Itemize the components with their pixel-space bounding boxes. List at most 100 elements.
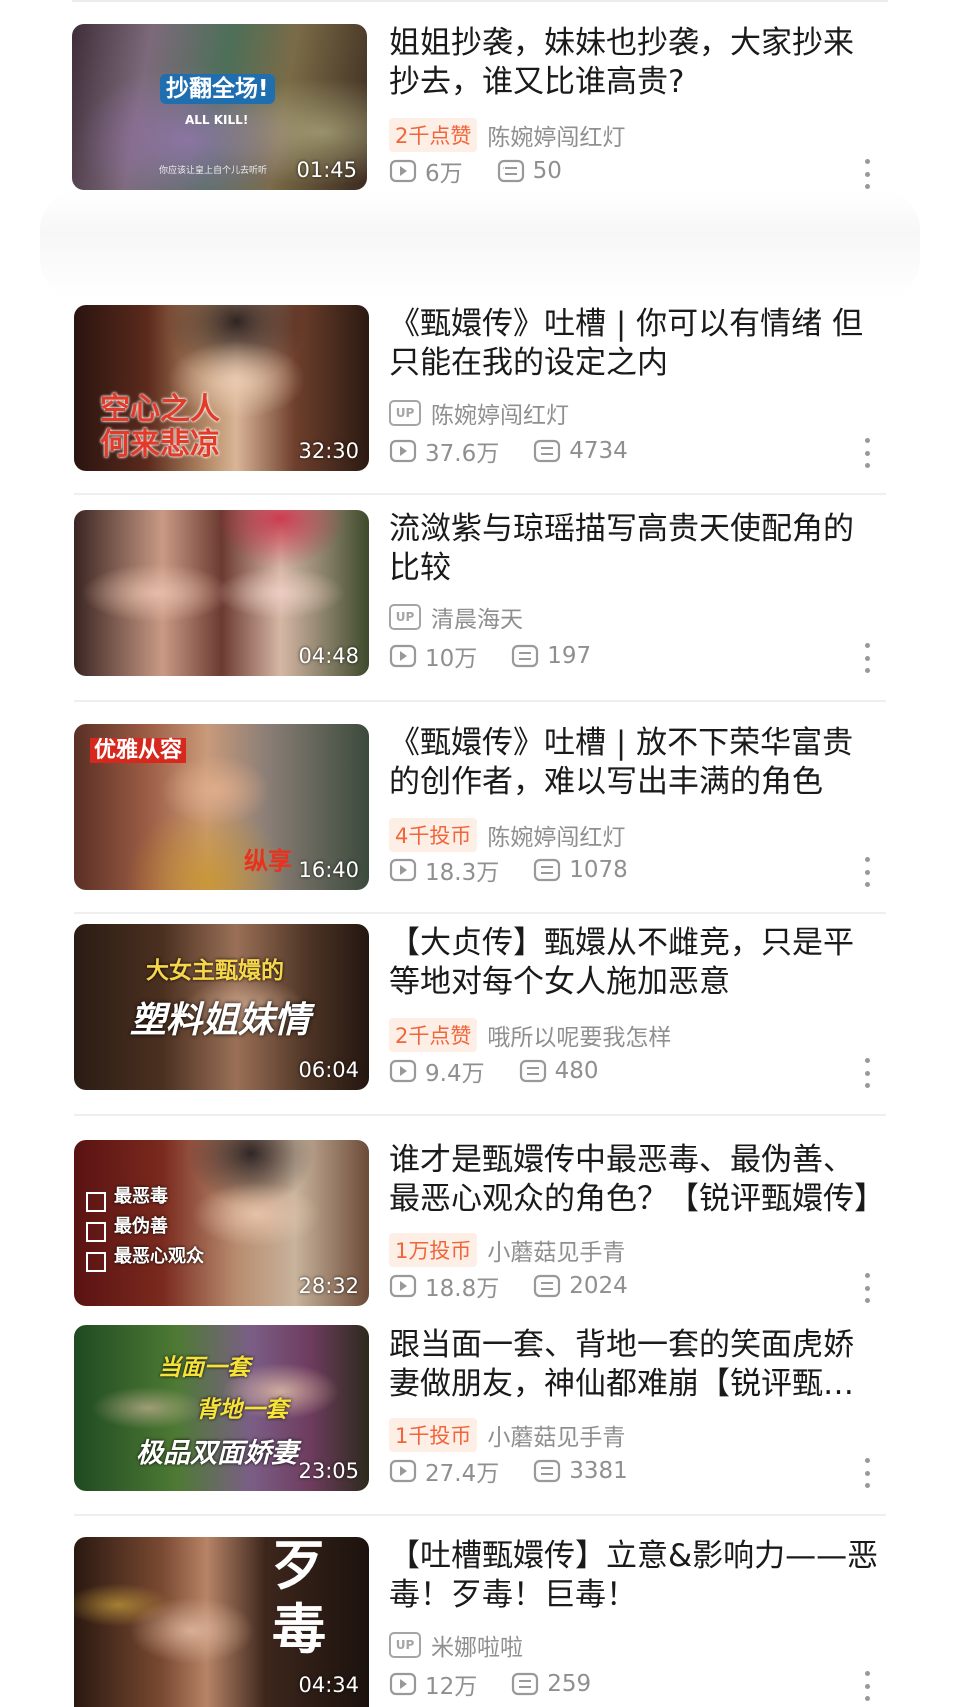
view-count: 10万 [425,646,478,672]
thumbnail-caption: 优雅从容 [90,738,187,764]
video-stats: 27.4万 3381 [389,1455,628,1487]
video-title[interactable]: 流潋紫与琼瑶描写高贵天使配角的比较 [389,510,879,588]
video-thumbnail[interactable]: 空心之人 何来悲凉 32:30 [74,305,369,471]
video-thumbnail[interactable]: 大女主甄嬛的 塑料姐妹情 06:04 [74,924,369,1090]
comment-count: 1078 [569,857,628,883]
stat-badge: 2千点赞 [389,1018,478,1052]
spacer [40,190,920,300]
author-name[interactable]: 陈婉婷闯红灯 [431,396,569,430]
video-duration: 04:48 [298,644,359,668]
up-icon: UP [389,400,421,426]
danmaku-count-icon [534,858,561,882]
video-meta: UP 清晨海天 [389,601,523,633]
comment-count: 3381 [569,1458,628,1484]
video-thumbnail[interactable]: 04:48 [74,510,369,676]
comment-count: 259 [547,1671,592,1697]
checkbox-graphic [86,1252,106,1272]
video-meta: 1万投币 小蘑菇见手青 [389,1233,625,1267]
thumbnail-caption: 背地一套 [196,1397,288,1423]
thumbnail-caption: 极品双面娇妻 [136,1438,298,1469]
author-name[interactable]: 清晨海天 [431,600,523,634]
danmaku-count-icon [534,1459,561,1483]
video-duration: 28:32 [298,1274,359,1298]
comment-count: 50 [532,158,562,184]
video-title[interactable]: 《甄嬛传》吐槽 | 放不下荣华富贵的创作者，难以写出丰满的角色 [389,724,879,802]
thumbnail-caption: 当面一套 [158,1355,250,1381]
video-title[interactable]: 【吐槽甄嬛传】立意&影响力——恶毒！歹毒！巨毒！ [389,1537,879,1615]
stat-badge: 1千投币 [389,1418,478,1452]
play-count-icon [389,1274,417,1298]
divider [74,1514,886,1516]
stat-badge: 4千投币 [389,818,478,852]
video-stats: 37.6万 4734 [389,435,628,467]
video-thumbnail[interactable]: 当面一套 背地一套 极品双面娇妻 23:05 [74,1325,369,1491]
divider [74,493,886,495]
view-count: 37.6万 [425,441,500,467]
video-duration: 04:34 [298,1673,359,1697]
video-thumbnail[interactable]: 歹 毒 04:34 [74,1537,369,1707]
video-title[interactable]: 谁才是甄嬛传中最恶毒、最伪善、最恶心观众的角色？【锐评甄嬛传】 [389,1141,879,1219]
video-meta: UP 米娜啦啦 [389,1629,523,1661]
play-count-icon [389,1459,417,1483]
video-title[interactable]: 跟当面一套、背地一套的笑面虎娇妻做朋友，神仙都难崩【锐评甄嬛传】 [389,1326,879,1404]
stat-badge: 1万投币 [389,1233,478,1267]
video-stats: 18.8万 2024 [389,1270,628,1302]
author-name[interactable]: 米娜啦啦 [431,1628,523,1662]
up-icon: UP [389,604,421,630]
comment-count: 2024 [569,1273,628,1299]
more-vertical-icon[interactable] [860,1273,874,1303]
divider [74,700,886,702]
video-stats: 6万 50 [389,155,562,187]
more-vertical-icon[interactable] [860,1058,874,1088]
danmaku-count-icon [512,644,539,668]
danmaku-count-icon [519,1059,546,1083]
more-vertical-icon[interactable] [860,1458,874,1488]
view-count: 27.4万 [425,1461,500,1487]
author-name[interactable]: 陈婉婷闯红灯 [487,818,625,852]
more-vertical-icon[interactable] [860,1671,874,1701]
thumbnail-caption: ALL KILL! [185,113,249,127]
thumbnail-caption: 空心之人 何来悲凉 [100,392,220,462]
video-duration: 01:45 [296,158,357,182]
video-stats: 12万 259 [389,1668,591,1700]
stat-badge: 2千点赞 [389,118,478,152]
thumbnail-caption: 歹 毒 [272,1537,326,1661]
author-name[interactable]: 小蘑菇见手青 [487,1418,625,1452]
video-meta: UP 陈婉婷闯红灯 [389,397,569,429]
divider [74,1114,886,1116]
checkbox-graphic [86,1192,106,1212]
comment-count: 197 [547,643,592,669]
divider [74,912,886,914]
divider [72,0,888,2]
thumbnail-caption: 大女主甄嬛的 [146,958,284,984]
play-count-icon [389,858,417,882]
video-duration: 06:04 [298,1058,359,1082]
video-thumbnail[interactable]: 优雅从容 纵享 16:40 [74,724,369,890]
video-duration: 16:40 [298,858,359,882]
thumbnail-subtitle: 你应该让皇上自个儿去听听 [159,166,268,176]
play-count-icon [389,1059,417,1083]
author-name[interactable]: 陈婉婷闯红灯 [487,118,625,152]
video-duration: 23:05 [298,1459,359,1483]
thumbnail-caption: 纵享 [244,847,292,875]
video-meta: 2千点赞 哦所以呢要我怎样 [389,1018,671,1052]
play-count-icon [389,644,417,668]
danmaku-count-icon [534,1274,561,1298]
more-vertical-icon[interactable] [860,438,874,468]
video-title[interactable]: 姐姐抄袭，妹妹也抄袭，大家抄来抄去，谁又比谁高贵? [389,24,879,102]
more-vertical-icon[interactable] [860,643,874,673]
video-title[interactable]: 《甄嬛传》吐槽 | 你可以有情绪 但只能在我的设定之内 [389,305,879,383]
video-thumbnail[interactable]: 最恶毒 最伪善 最恶心观众 28:32 [74,1140,369,1306]
danmaku-count-icon [497,159,524,183]
video-title[interactable]: 【大贞传】甄嬛从不雌竞，只是平等地对每个女人施加恶意 [389,924,879,1002]
video-duration: 32:30 [298,439,359,463]
up-icon: UP [389,1632,421,1658]
checkbox-graphic [86,1222,106,1242]
view-count: 12万 [425,1674,478,1700]
author-name[interactable]: 小蘑菇见手青 [487,1233,625,1267]
play-count-icon [389,159,417,183]
more-vertical-icon[interactable] [860,159,874,189]
author-name[interactable]: 哦所以呢要我怎样 [487,1018,671,1052]
more-vertical-icon[interactable] [860,857,874,887]
video-thumbnail[interactable]: 抄翻全场! ALL KILL! 你应该让皇上自个儿去听听 01:45 [72,24,367,190]
